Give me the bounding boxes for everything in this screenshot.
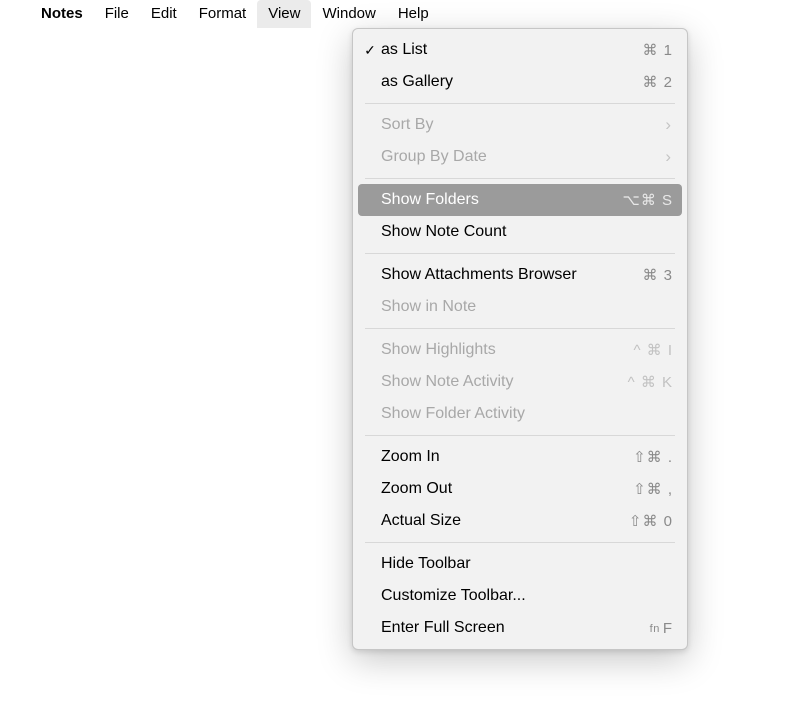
- menubar-edit[interactable]: Edit: [140, 0, 188, 28]
- menu-item-label: Show Note Activity: [381, 373, 628, 391]
- menu-item-label: Group By Date: [381, 148, 665, 166]
- menu-shortcut: ⇧⌘ 0: [629, 512, 673, 530]
- menu-shortcut: ⌘ 2: [642, 73, 673, 91]
- menu-item-label: Actual Size: [381, 512, 629, 530]
- menu-separator: [365, 542, 675, 543]
- menubar-help[interactable]: Help: [387, 0, 440, 28]
- menu-item-sort-by: Sort By›: [353, 109, 687, 141]
- menu-separator: [365, 178, 675, 179]
- view-dropdown-menu: ✓as List⌘ 1as Gallery⌘ 2Sort By›Group By…: [352, 28, 688, 650]
- menu-item-label: Show Note Count: [381, 223, 673, 241]
- menu-item-show-highlights: Show Highlights^ ⌘ I: [353, 334, 687, 366]
- menu-item-hide-toolbar[interactable]: Hide Toolbar: [353, 548, 687, 580]
- menu-shortcut: ⌘ 1: [642, 41, 673, 59]
- menu-separator: [365, 253, 675, 254]
- chevron-right-icon: ›: [665, 115, 673, 135]
- menu-item-group-by-date: Group By Date›: [353, 141, 687, 173]
- menu-item-label: Show Folders: [381, 191, 623, 209]
- menu-item-label: as List: [381, 41, 642, 59]
- menu-item-as-list[interactable]: ✓as List⌘ 1: [353, 34, 687, 66]
- menu-item-label: Hide Toolbar: [381, 555, 673, 573]
- menu-item-label: Show Highlights: [381, 341, 633, 359]
- menu-item-show-folder-activity: Show Folder Activity: [353, 398, 687, 430]
- menu-item-customize-toolbar[interactable]: Customize Toolbar...: [353, 580, 687, 612]
- menubar-view[interactable]: View: [257, 0, 311, 28]
- menubar-window[interactable]: Window: [311, 0, 386, 28]
- menu-item-zoom-in[interactable]: Zoom In⇧⌘ .: [353, 441, 687, 473]
- menu-item-show-attachments[interactable]: Show Attachments Browser⌘ 3: [353, 259, 687, 291]
- menu-item-show-note-count[interactable]: Show Note Count: [353, 216, 687, 248]
- menu-item-label: Show in Note: [381, 298, 673, 316]
- menu-shortcut: ^ ⌘ K: [628, 373, 673, 391]
- menu-separator: [365, 103, 675, 104]
- menu-shortcut: fnF: [650, 620, 673, 637]
- menu-item-label: Sort By: [381, 116, 665, 134]
- menu-item-show-in-note: Show in Note: [353, 291, 687, 323]
- menu-shortcut: ⌥⌘ S: [623, 191, 673, 209]
- menubar-file[interactable]: File: [94, 0, 140, 28]
- menu-item-enter-full-screen[interactable]: Enter Full ScreenfnF: [353, 612, 687, 644]
- menu-item-label: Enter Full Screen: [381, 619, 650, 637]
- menu-item-as-gallery[interactable]: as Gallery⌘ 2: [353, 66, 687, 98]
- menu-item-label: Zoom Out: [381, 480, 633, 498]
- menu-shortcut: ⌘ 3: [642, 266, 673, 284]
- menubar: Notes File Edit Format View Window Help: [0, 0, 800, 28]
- checkmark-icon: ✓: [359, 42, 381, 59]
- menu-item-label: Zoom In: [381, 448, 633, 466]
- chevron-right-icon: ›: [665, 147, 673, 167]
- menu-item-label: as Gallery: [381, 73, 642, 91]
- menu-item-label: Show Folder Activity: [381, 405, 673, 423]
- menu-item-actual-size[interactable]: Actual Size⇧⌘ 0: [353, 505, 687, 537]
- menu-shortcut: ^ ⌘ I: [633, 341, 673, 359]
- menu-separator: [365, 328, 675, 329]
- menu-item-show-folders[interactable]: Show Folders⌥⌘ S: [358, 184, 682, 216]
- menu-shortcut: ⇧⌘ .: [633, 448, 673, 466]
- menu-shortcut: ⇧⌘ ,: [633, 480, 673, 498]
- menu-item-label: Customize Toolbar...: [381, 587, 673, 605]
- menu-item-show-note-activity: Show Note Activity^ ⌘ K: [353, 366, 687, 398]
- menubar-format[interactable]: Format: [188, 0, 258, 28]
- menubar-app-name[interactable]: Notes: [30, 0, 94, 28]
- menu-item-zoom-out[interactable]: Zoom Out⇧⌘ ,: [353, 473, 687, 505]
- menu-item-label: Show Attachments Browser: [381, 266, 642, 284]
- menu-separator: [365, 435, 675, 436]
